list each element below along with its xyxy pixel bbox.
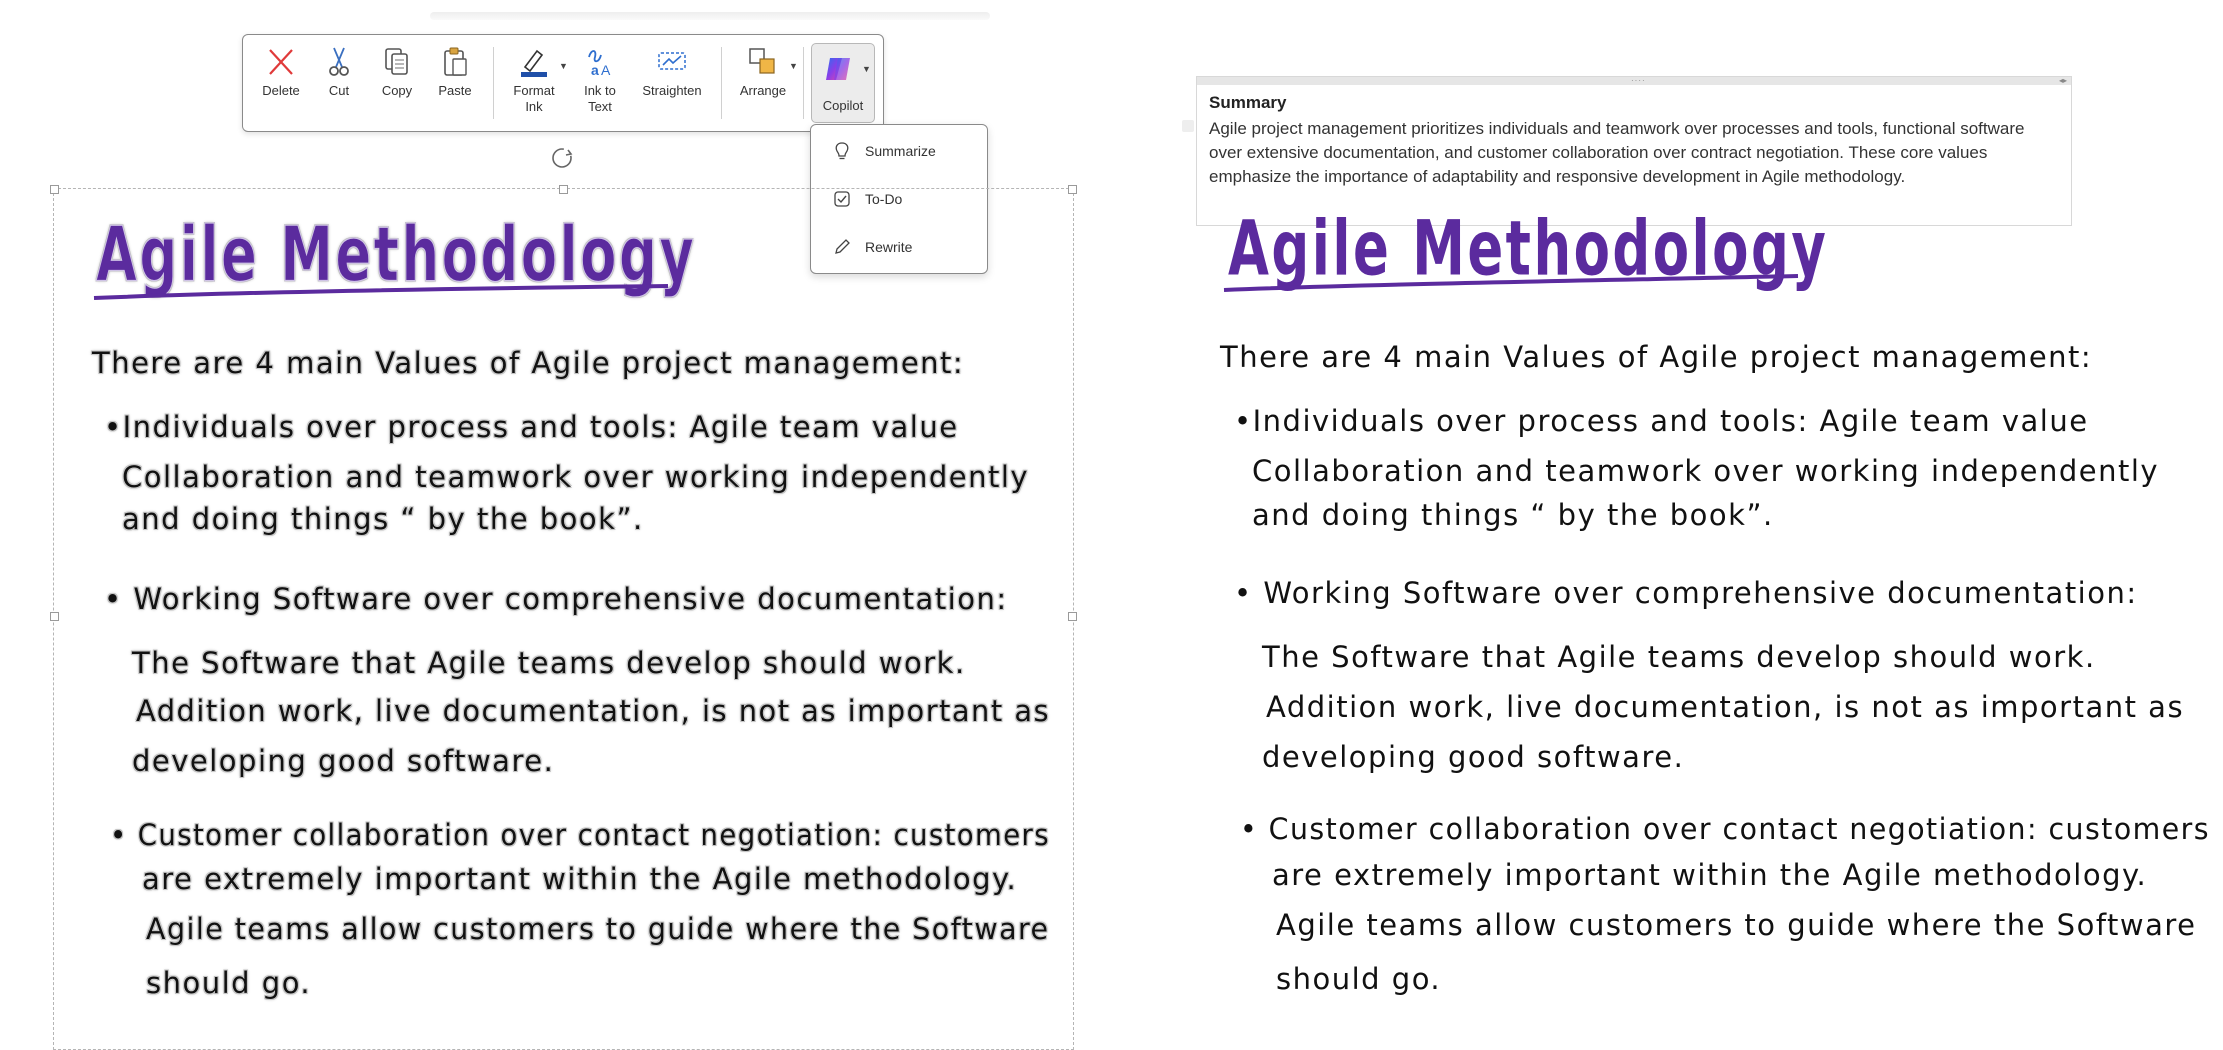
format-ink-button[interactable]: Format Ink [507, 45, 561, 125]
note-line: should go. [146, 966, 312, 1000]
ink-to-text-icon: a A [588, 50, 611, 78]
copy-label: Copy [381, 83, 413, 98]
paste-button[interactable]: Paste [431, 45, 479, 125]
rotate-handle-icon[interactable] [549, 145, 575, 171]
ink-to-text-label-line1: Ink to [584, 83, 616, 98]
note-line: Addition work, live documentation, is no… [136, 694, 1051, 728]
note-line: The Software that Agile teams develop sh… [132, 646, 966, 680]
straighten-icon [658, 52, 686, 70]
copilot-menu-item-label: Summarize [865, 143, 936, 159]
note-line: Addition work, live documentation, is no… [1266, 690, 2185, 724]
selection-handle-right[interactable] [1068, 612, 1077, 621]
format-ink-label: Format Ink [513, 83, 554, 115]
paste-label: Paste [438, 83, 472, 98]
note-line: developing good software. [1262, 740, 1685, 774]
title-underline-stroke [1223, 274, 1799, 292]
toolbar-separator [803, 47, 804, 119]
note-line: Agile teams allow customers to guide whe… [1276, 908, 2197, 942]
ink-to-text-label-line2: Text [588, 99, 612, 114]
note-line: There are 4 main Values of Agile project… [92, 346, 965, 380]
summary-body: Agile project management prioritizes ind… [1209, 119, 2025, 186]
note-line: developing good software. [132, 744, 555, 778]
cut-label: Cut [328, 83, 350, 98]
summary-container[interactable]: ···· ◂▸ Summary Agile project management… [1196, 76, 2072, 226]
selection-handle-top-right[interactable] [1068, 185, 1077, 194]
delete-button[interactable]: Delete [257, 45, 305, 125]
paste-clipboard-icon [444, 47, 467, 76]
summary-container-tab[interactable] [1182, 120, 1194, 132]
note-line: •Individuals over process and tools: Agi… [1234, 404, 2089, 438]
note-line: are extremely important within the Agile… [1272, 858, 2148, 892]
selection-handle-left[interactable] [50, 612, 59, 621]
toolbar-separator [721, 47, 722, 119]
selection-handle-top[interactable] [559, 185, 568, 194]
ink-to-text-button[interactable]: a A Ink to Text [573, 45, 627, 125]
toolbar-separator [493, 47, 494, 119]
title-underline-stroke [93, 284, 669, 300]
summary-resize-icon[interactable]: ◂▸ [2059, 77, 2067, 85]
note-line: The Software that Agile teams develop sh… [1262, 640, 2096, 674]
arrange-chevron-down-icon[interactable]: ▼ [789, 61, 798, 71]
note-line: There are 4 main Values of Agile project… [1220, 340, 2093, 374]
format-ink-pen-icon [521, 49, 547, 77]
copilot-icon [826, 58, 850, 80]
copilot-button[interactable]: ▼ Copilot [811, 43, 875, 123]
note-line: and doing things “ by the book”. [1252, 498, 1774, 532]
arrange-button[interactable]: Arrange [733, 45, 793, 125]
note-line: • Working Software over comprehensive do… [1234, 576, 2138, 610]
arrange-label: Arrange [739, 83, 787, 98]
note-line: Collaboration and teamwork over working … [122, 460, 1030, 494]
delete-x-icon [269, 49, 293, 75]
copilot-label: Copilot [822, 98, 864, 113]
note-line: •Individuals over process and tools: Agi… [104, 410, 959, 444]
format-ink-label-line1: Format [513, 83, 555, 98]
svg-text:A: A [601, 62, 611, 78]
copilot-menu-item-summarize[interactable]: Summarize [811, 131, 987, 171]
note-line: • Working Software over comprehensive do… [104, 582, 1008, 616]
format-ink-chevron-down-icon[interactable]: ▼ [559, 61, 568, 71]
note-line: should go. [1276, 962, 1442, 996]
note-line: • Customer collaboration over contact ne… [110, 818, 1051, 852]
copy-icon [385, 48, 408, 75]
format-ink-label-line2: Ink [525, 99, 543, 114]
note-line: and doing things “ by the book”. [122, 502, 644, 536]
straighten-label: Straighten [642, 83, 702, 98]
copilot-chevron-down-icon[interactable]: ▼ [862, 64, 871, 74]
delete-label: Delete [262, 83, 300, 98]
arrange-icon [749, 48, 775, 74]
note-line: are extremely important within the Agile… [142, 862, 1018, 896]
ink-to-text-label: Ink to Text [584, 83, 616, 115]
lightbulb-icon [831, 140, 853, 162]
straighten-button[interactable]: Straighten [639, 45, 705, 125]
ink-context-toolbar: Delete Cut Copy Paste Format Ink ▼ a A I… [242, 34, 884, 132]
summary-grip-icon[interactable]: ···· [1631, 77, 1646, 85]
top-shadow-bar [430, 12, 990, 20]
note-line: Collaboration and teamwork over working … [1252, 454, 2160, 488]
scissors-icon [329, 47, 349, 76]
selection-handle-top-left[interactable] [50, 185, 59, 194]
note-line: Agile teams allow customers to guide whe… [146, 912, 1050, 946]
svg-text:a: a [591, 62, 599, 78]
cut-button[interactable]: Cut [319, 45, 359, 125]
summary-title: Summary [1209, 93, 1287, 112]
note-line: • Customer collaboration over contact ne… [1240, 812, 2211, 846]
copy-button[interactable]: Copy [373, 45, 421, 125]
